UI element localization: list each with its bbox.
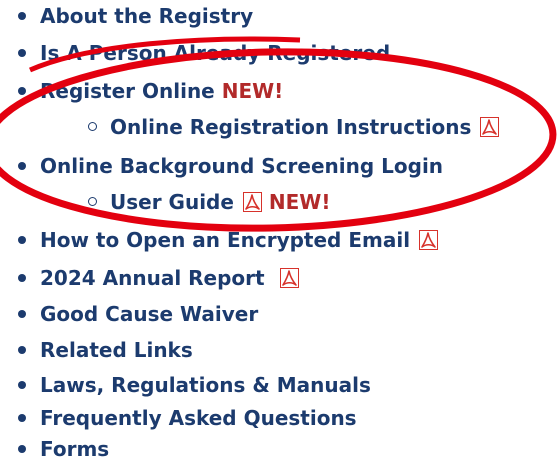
- menu-item-label[interactable]: Good Cause Waiver: [40, 301, 258, 327]
- menu-item-label[interactable]: About the Registry: [40, 3, 253, 29]
- bullet-icon: [18, 381, 26, 389]
- bullet-icon: [18, 445, 26, 453]
- pdf-icon[interactable]: [480, 117, 500, 137]
- circle-bullet-icon: [88, 122, 97, 131]
- bullet-icon: [18, 274, 26, 282]
- pdf-icon[interactable]: [419, 230, 439, 250]
- bullet-icon: [18, 49, 26, 57]
- menu-item-label[interactable]: How to Open an Encrypted Email: [40, 228, 410, 252]
- circle-bullet-icon: [88, 197, 97, 206]
- menu-item-label[interactable]: 2024 Annual Report: [40, 266, 265, 290]
- pdf-icon[interactable]: [242, 192, 262, 212]
- menu-item-label[interactable]: Related Links: [40, 337, 193, 363]
- menu-item-label[interactable]: Is A Person Already Registered: [40, 40, 390, 66]
- bullet-icon: [18, 310, 26, 318]
- bullet-icon: [18, 346, 26, 354]
- bullet-icon: [18, 414, 26, 422]
- bullet-icon: [18, 162, 26, 170]
- menu-item-label[interactable]: User Guide: [110, 190, 234, 214]
- menu-item-label[interactable]: Register Online: [40, 79, 215, 103]
- menu-item-label[interactable]: Online Background Screening Login: [40, 153, 443, 179]
- menu-item-label[interactable]: Online Registration Instructions: [110, 115, 471, 139]
- pdf-icon[interactable]: [279, 268, 299, 288]
- bullet-icon: [18, 87, 26, 95]
- new-badge: NEW!: [221, 79, 284, 103]
- menu-item-label[interactable]: Frequently Asked Questions: [40, 405, 357, 431]
- menu-item-label[interactable]: Laws, Regulations & Manuals: [40, 372, 371, 398]
- bullet-icon: [18, 236, 26, 244]
- menu-item-label[interactable]: Forms: [40, 436, 109, 462]
- bullet-icon: [18, 12, 26, 20]
- new-badge: NEW!: [268, 190, 331, 214]
